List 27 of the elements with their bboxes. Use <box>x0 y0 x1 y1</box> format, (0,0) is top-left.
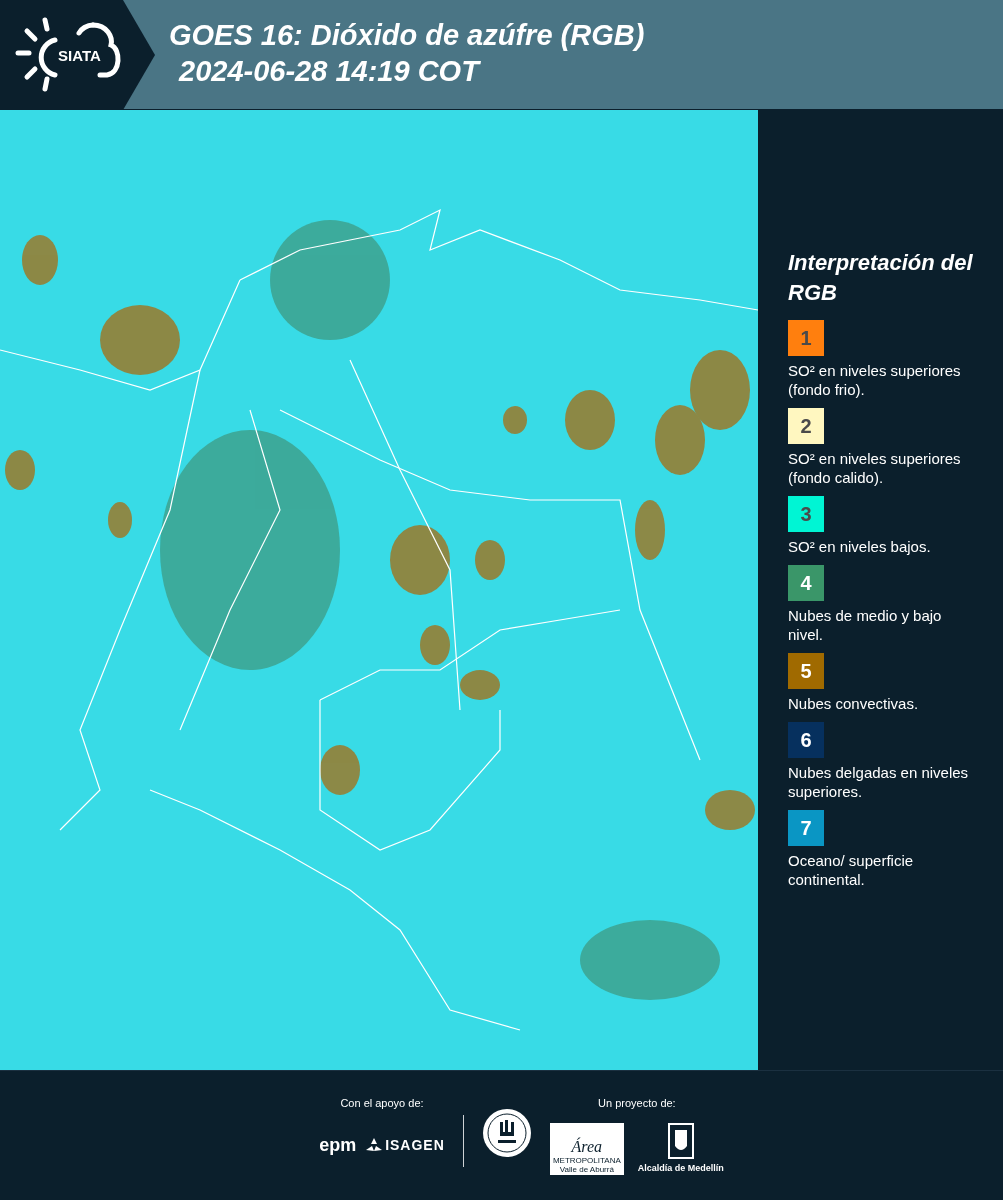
legend-label: Nubes delgadas en niveles superiores. <box>788 763 970 801</box>
color-swatch: 7 <box>788 810 824 846</box>
color-swatch: 1 <box>788 320 824 356</box>
isagen-logo: ISAGEN <box>385 1135 445 1155</box>
legend-label: Nubes de medio y bajo nivel. <box>788 606 943 644</box>
logo-text: SIATA <box>58 45 101 66</box>
alcaldia-logo-text: Alcaldía de Medellín <box>637 1161 724 1175</box>
support-label: Con el apoyo de: <box>340 1096 424 1111</box>
color-swatch: 4 <box>788 565 824 601</box>
legend-label: SO² en niveles superiores (fondo frio). <box>788 361 962 399</box>
epm-logo: epm <box>319 1133 357 1157</box>
legend-label: SO² en niveles bajos. <box>788 537 932 556</box>
legend-title: Interpretación del RGB <box>788 249 973 307</box>
legend-label: Oceano/ superficie continental. <box>788 851 915 889</box>
legend-label: SO² en niveles superiores (fondo calido). <box>788 449 962 487</box>
coat-of-arms-icon <box>666 1121 695 1160</box>
page-title: GOES 16: Dióxido de azúfre (RGB) <box>169 17 645 53</box>
timestamp: 2024-06-28 14:19 COT <box>177 53 482 89</box>
project-label: Un proyecto de: <box>598 1096 676 1111</box>
round-seal-emblem <box>481 1108 532 1158</box>
legend-label: Nubes convectivas. <box>788 694 920 713</box>
color-swatch: 6 <box>788 722 824 758</box>
color-swatch: 2 <box>788 408 824 444</box>
color-swatch: 5 <box>788 653 824 689</box>
propeller-icon <box>366 1138 383 1152</box>
area-metropolitana-logo: Área METROPOLITANA Valle de Aburrá <box>549 1123 624 1175</box>
color-swatch: 3 <box>788 496 824 532</box>
